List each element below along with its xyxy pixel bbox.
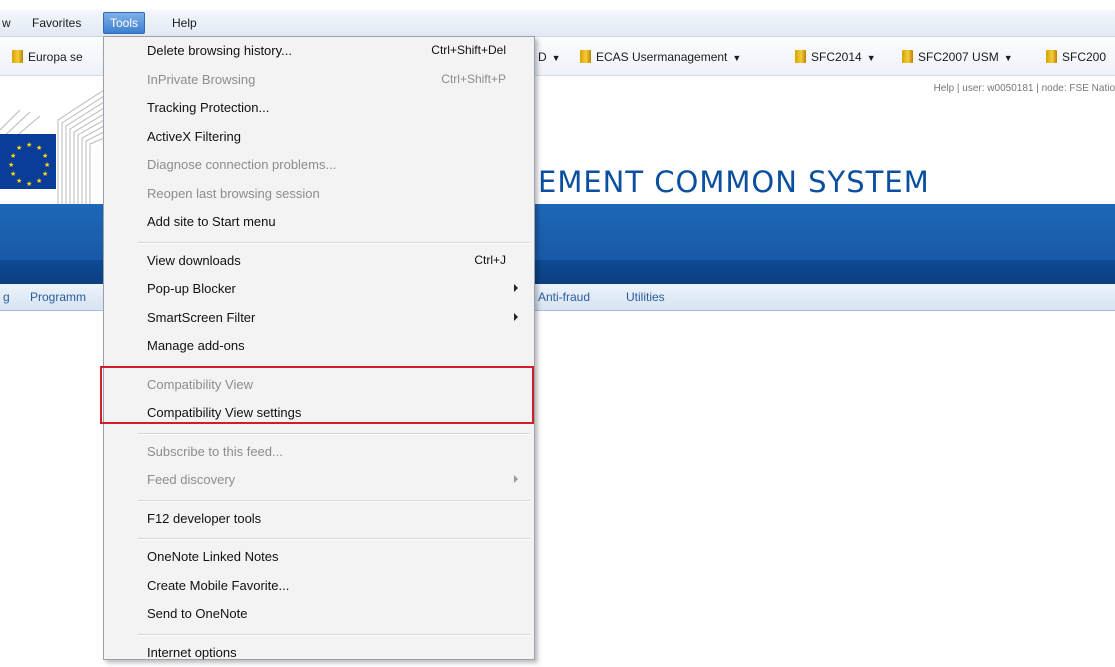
menu-item-reopen-last-browsing-session[interactable]: Reopen last browsing session [104,182,534,208]
node-label: node: FSE Natio [1041,83,1115,94]
menu-item-label: View downloads [147,252,241,268]
menu-separator [138,499,530,502]
folder-icon [795,50,806,63]
menu-item-add-site-to-start-menu[interactable]: Add site to Start menu [104,210,534,236]
highlight-box [100,366,534,424]
menu-item-label: Send to OneNote [147,606,248,621]
favorite-sfc2014[interactable]: SFC2014 ▼ [795,48,876,66]
menu-item-label: Pop-up Blocker [147,281,236,296]
folder-icon [902,50,913,63]
folder-icon [12,50,23,63]
menu-item-create-mobile-favorite[interactable]: Create Mobile Favorite... [104,574,534,600]
help-link[interactable]: Help [934,83,955,94]
menu-item-shortcut: Ctrl+Shift+Del [431,43,506,57]
menu-item-internet-options[interactable]: Internet options [104,641,534,667]
favorite-sfc200[interactable]: SFC200 [1046,48,1106,66]
menu-item-pop-up-blocker[interactable]: Pop-up Blocker [104,277,534,303]
eu-flag-icon: ★ ★ ★ ★ ★ ★ ★ ★ ★ ★ ★ ★ [0,134,56,189]
menu-item-manage-add-ons[interactable]: Manage add-ons [104,334,534,360]
nav-item-utilities[interactable]: Utilities [626,290,665,304]
submenu-arrow-icon [514,475,518,483]
chevron-down-icon: ▼ [1003,53,1013,63]
menu-item-view-downloads[interactable]: View downloads Ctrl+J [104,249,534,275]
menu-item-label: Reopen last browsing session [147,185,320,201]
tools-dropdown-menu: Delete browsing history... Ctrl+Shift+Del… [103,36,535,660]
nav-item-anti-fraud[interactable]: Anti-fraud [538,290,590,304]
menu-bar: w Favorites Tools Help [0,10,1115,37]
folder-icon [580,50,591,63]
menu-item-feed-discovery[interactable]: Feed discovery [104,468,534,494]
submenu-arrow-icon [514,284,518,292]
menu-item-diagnose-connection-problems[interactable]: Diagnose connection problems... [104,153,534,179]
favorite-sfc2007-usm[interactable]: SFC2007 USM ▼ [902,48,1013,66]
menu-item-shortcut: Ctrl+Shift+P [441,71,506,86]
chevron-down-icon: ▼ [866,53,876,63]
menu-item-label: SmartScreen Filter [147,309,256,325]
menu-item-label: F12 developer tools [147,510,262,526]
menu-item-label: Manage add-ons [147,338,245,353]
menu-separator [138,633,530,636]
menu-item-inprivate-browsing[interactable]: InPrivate Browsing Ctrl+Shift+P [104,68,534,94]
favorite-ecas-usermanagement[interactable]: ECAS Usermanagement ▼ [580,48,741,66]
menu-item-delete-browsing-history[interactable]: Delete browsing history... Ctrl+Shift+Del [104,39,534,65]
menu-item-label: Add site to Start menu [147,214,276,229]
menu-item-label: Internet options [147,644,237,660]
menu-separator [138,241,530,244]
menu-item-label: Feed discovery [147,472,236,487]
menu-item-f12-developer-tools[interactable]: F12 developer tools [104,507,534,533]
menu-item-label: Create Mobile Favorite... [147,577,290,593]
favorite-d[interactable]: D ▼ [538,48,561,66]
menu-separator [138,538,530,540]
nav-item-programmes[interactable]: Programm [30,290,86,304]
menu-item-tracking-protection[interactable]: Tracking Protection... [104,96,534,122]
nav-item-cut[interactable]: g [3,290,10,304]
menu-item-label: Tracking Protection... [147,100,270,115]
menu-item-smartscreen-filter[interactable]: SmartScreen Filter [104,306,534,332]
favorite-europa[interactable]: Europa se [12,48,83,66]
menu-item-shortcut: Ctrl+J [474,252,506,267]
menu-item-onenote-linked-notes[interactable]: OneNote Linked Notes [104,545,534,571]
chevron-down-icon: ▼ [551,53,561,63]
menu-item-label: Delete browsing history... [147,43,292,58]
menu-item-label: OneNote Linked Notes [147,549,279,564]
menu-item-label: Subscribe to this feed... [147,443,283,459]
menu-favorites[interactable]: Favorites [26,10,87,36]
menu-item-subscribe-to-this-feed[interactable]: Subscribe to this feed... [104,440,534,466]
menu-tools[interactable]: Tools [103,12,146,34]
menu-item-label: Diagnose connection problems... [147,157,337,172]
menu-help[interactable]: Help [166,10,203,36]
menu-item-label: InPrivate Browsing [147,71,256,87]
menu-separator [138,432,530,435]
folder-icon [1046,50,1057,63]
menu-item-label: ActiveX Filtering [147,128,241,144]
menu-item-activex-filtering[interactable]: ActiveX Filtering [104,125,534,151]
user-info: Help | user: w0050181 | node: FSE Natio [933,83,1115,94]
user-label: user: w0050181 [962,83,1034,94]
submenu-arrow-icon [514,312,518,321]
menu-item-send-to-onenote[interactable]: Send to OneNote [104,602,534,628]
site-title: EMENT COMMON SYSTEM [538,165,930,199]
chevron-down-icon: ▼ [732,53,742,63]
menu-view[interactable]: w [0,10,17,36]
